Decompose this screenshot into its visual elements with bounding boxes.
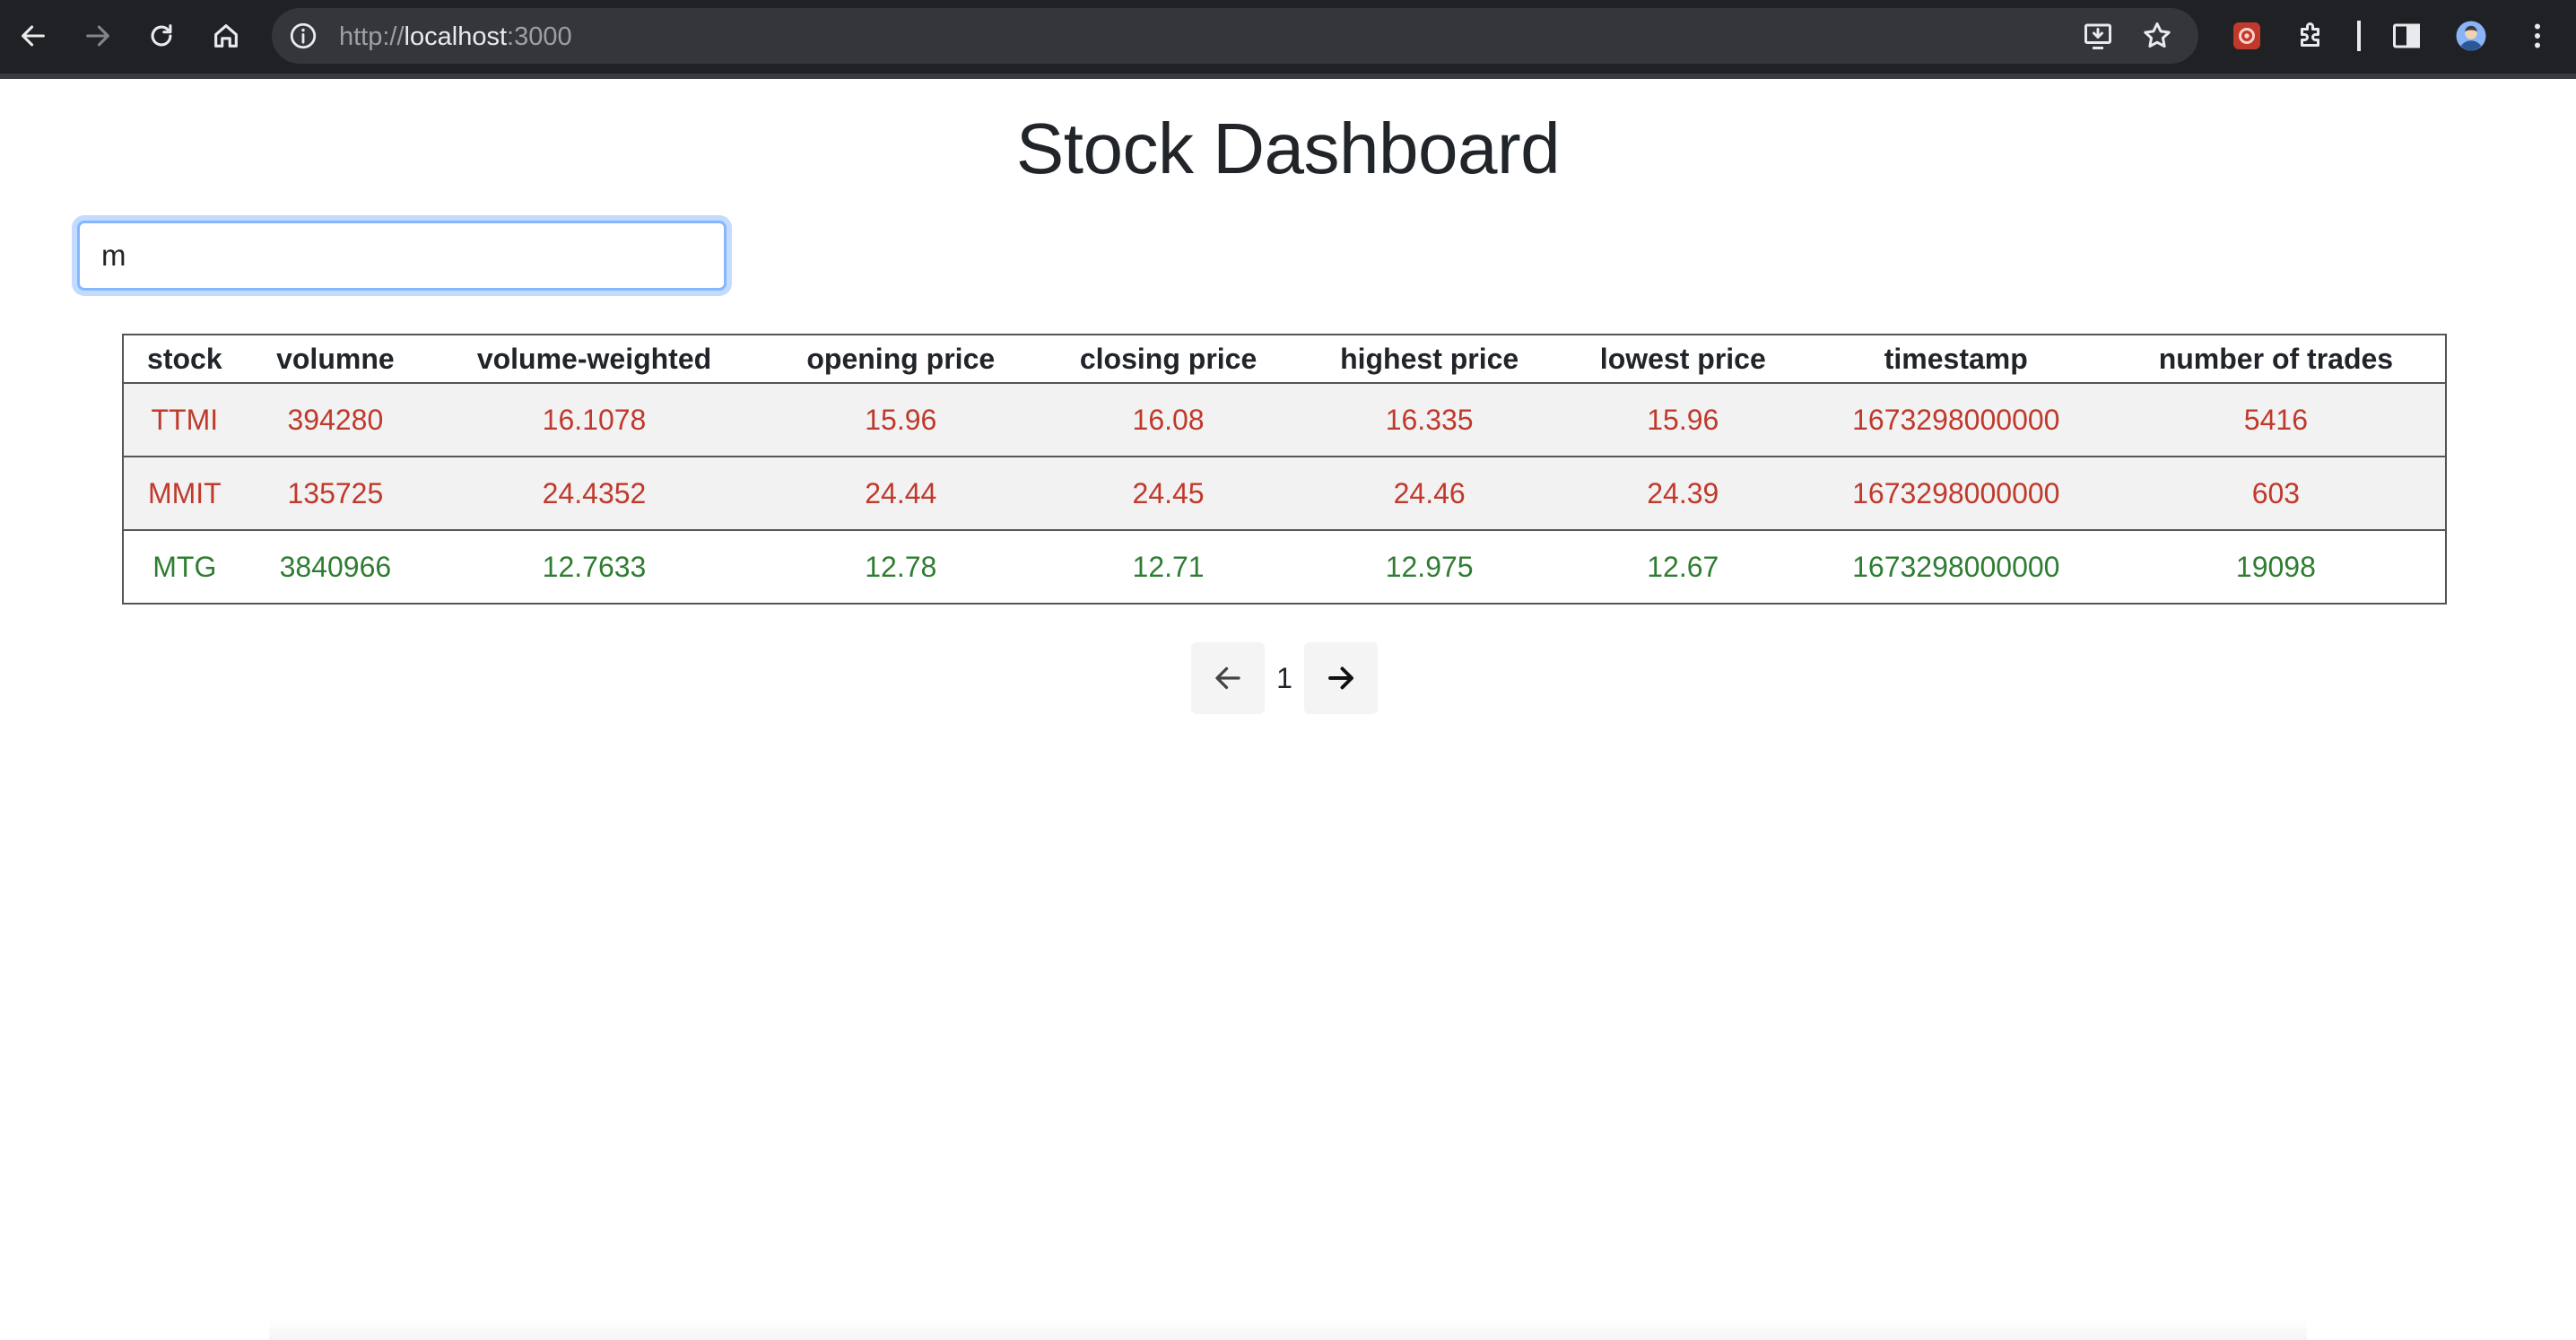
header-lowest-price: lowest price	[1599, 342, 1766, 375]
back-icon[interactable]	[11, 13, 56, 58]
cell-timestamp: 1673298000000	[1852, 403, 2060, 436]
table-row[interactable]: MTG 3840966 12.7633 12.78 12.71 12.975 1…	[123, 530, 2446, 604]
cell-volume: 135725	[287, 476, 384, 509]
cell-volume-weighted: 24.4352	[542, 476, 647, 509]
cell-number-of-trades: 603	[2251, 476, 2301, 509]
cell-volume-weighted: 16.1078	[542, 403, 647, 436]
toolbar-divider	[2357, 21, 2361, 51]
cell-volume-weighted: 12.7633	[542, 550, 647, 583]
cell-volume: 3840966	[279, 550, 392, 583]
current-page-number: 1	[1276, 661, 1292, 694]
cell-volume: 394280	[287, 403, 384, 436]
cell-stock: MTG	[152, 550, 217, 583]
address-bar[interactable]: http://localhost:3000	[272, 8, 2198, 64]
table-row[interactable]: TTMI 394280 16.1078 15.96 16.08 16.335 1…	[123, 383, 2446, 457]
more-menu-icon[interactable]	[2517, 15, 2558, 57]
url-text: http://localhost:3000	[339, 22, 572, 51]
header-highest-price: highest price	[1340, 342, 1519, 375]
header-number-of-trades: number of trades	[2158, 342, 2394, 375]
previous-page-button[interactable]	[1191, 642, 1265, 714]
header-volume-weighted: volume-weighted	[476, 342, 712, 375]
cell-timestamp: 1673298000000	[1852, 550, 2060, 583]
reload-icon[interactable]	[139, 13, 184, 58]
cell-opening-price: 12.78	[865, 550, 937, 583]
cell-highest-price: 12.975	[1385, 550, 1474, 583]
cell-stock: TTMI	[151, 403, 219, 436]
header-volume: volumne	[276, 342, 395, 375]
cell-opening-price: 24.44	[865, 476, 937, 509]
extensions-puzzle-icon[interactable]	[2291, 15, 2332, 57]
extension-app-icon[interactable]	[2226, 15, 2267, 57]
pagination: 1	[1191, 642, 1378, 714]
side-panel-icon[interactable]	[2386, 15, 2427, 57]
cell-number-of-trades: 5416	[2243, 403, 2308, 436]
cell-highest-price: 24.46	[1393, 476, 1466, 509]
search-input[interactable]	[77, 221, 727, 291]
bookmark-star-icon[interactable]	[2137, 15, 2178, 57]
install-app-icon[interactable]	[2077, 15, 2119, 57]
cell-stock: MMIT	[147, 476, 222, 509]
cell-lowest-price: 15.96	[1647, 403, 1719, 436]
page-title: Stock Dashboard	[1015, 109, 1561, 188]
profile-avatar-icon[interactable]	[2450, 15, 2492, 57]
home-icon[interactable]	[204, 13, 248, 58]
page-bottom-shadow	[269, 1318, 2307, 1340]
cell-opening-price: 15.96	[865, 403, 937, 436]
table-header-row: stock volumne volume-weighted opening pr…	[123, 335, 2446, 383]
cell-closing-price: 24.45	[1132, 476, 1205, 509]
arrow-right-icon	[1328, 666, 1353, 690]
toolbar-bottom-edge	[0, 74, 2576, 79]
cell-closing-price: 16.08	[1132, 403, 1205, 436]
cell-lowest-price: 24.39	[1647, 476, 1719, 509]
cell-highest-price: 16.335	[1385, 403, 1474, 436]
cell-timestamp: 1673298000000	[1852, 476, 2060, 509]
stocks-table: stock volumne volume-weighted opening pr…	[122, 334, 2447, 605]
header-timestamp: timestamp	[1884, 342, 2028, 375]
cell-closing-price: 12.71	[1132, 550, 1205, 583]
info-icon[interactable]	[288, 21, 318, 51]
header-opening-price: opening price	[806, 342, 996, 375]
header-closing-price: closing price	[1079, 342, 1258, 375]
cell-lowest-price: 12.67	[1647, 550, 1719, 583]
table-row[interactable]: MMIT 135725 24.4352 24.44 24.45 24.46 24…	[123, 457, 2446, 530]
forward-icon[interactable]	[75, 13, 120, 58]
arrow-left-icon	[1215, 666, 1240, 690]
next-page-button[interactable]	[1304, 642, 1378, 714]
cell-number-of-trades: 19098	[2235, 550, 2316, 583]
browser-toolbar: http://localhost:3000	[0, 0, 2576, 79]
header-stock: stock	[147, 342, 222, 375]
